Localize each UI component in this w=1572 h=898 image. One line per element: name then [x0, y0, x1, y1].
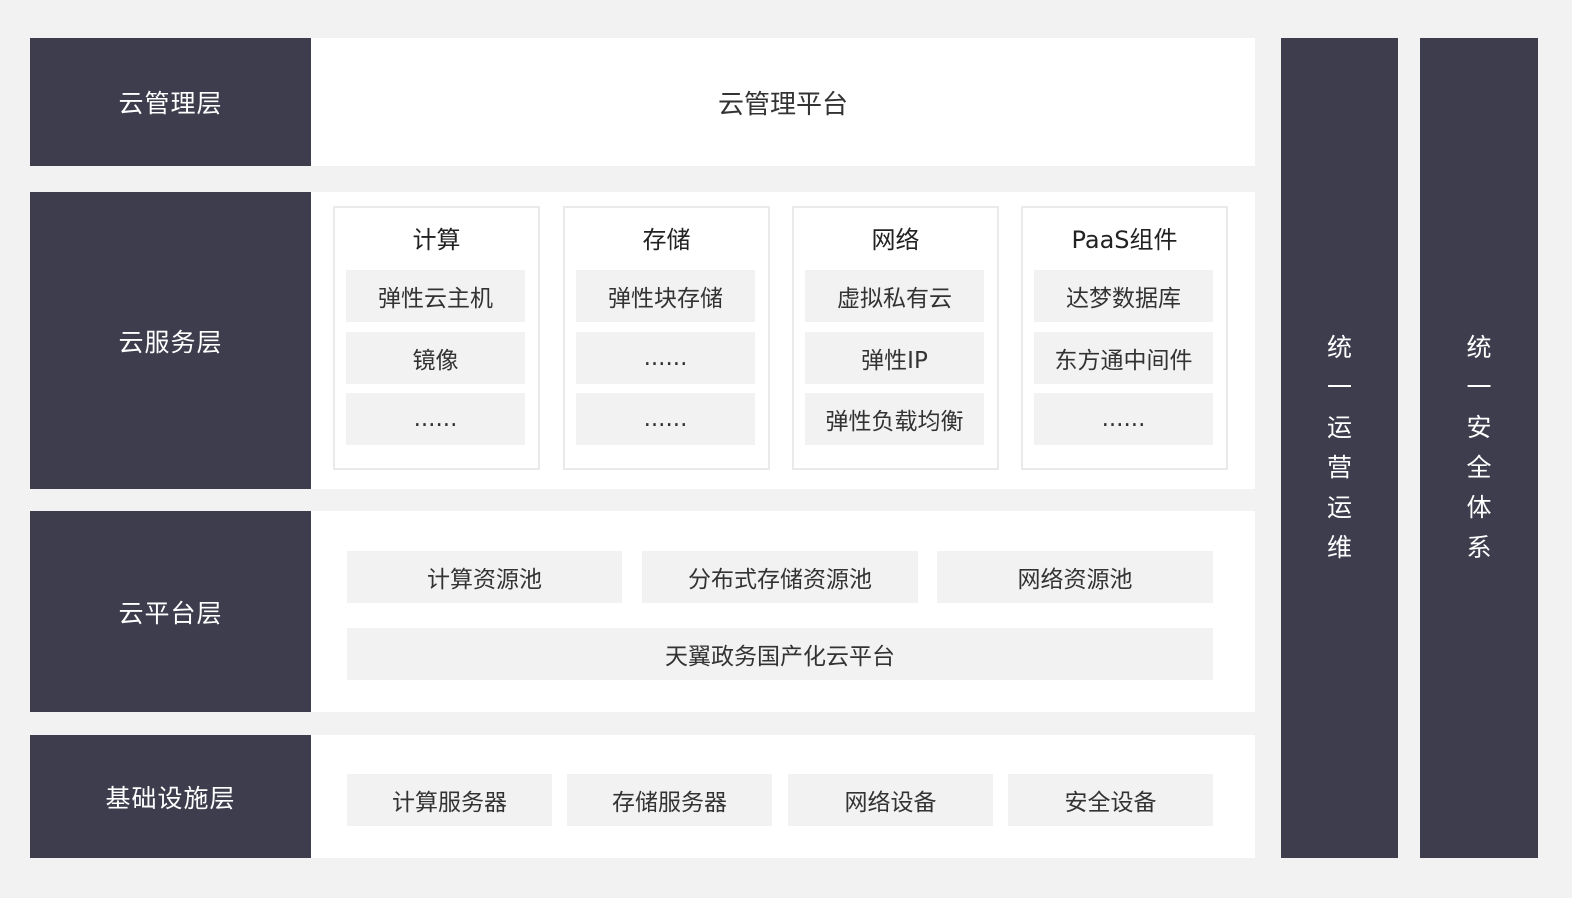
service-layer-label: 云服务层: [30, 192, 311, 489]
service-item: ......: [576, 393, 755, 445]
resource-pool-compute: 计算资源池: [347, 551, 622, 603]
bar-char: 统: [1326, 333, 1352, 362]
service-item: 达梦数据库: [1034, 270, 1213, 322]
infra-item: 网络设备: [788, 774, 993, 826]
service-item: 弹性IP: [805, 332, 984, 384]
service-item: 虚拟私有云: [805, 270, 984, 322]
unified-security-bar: 统 一 安 全 体 系: [1420, 38, 1538, 858]
card-title: 存储: [642, 226, 691, 254]
service-item: 镜像: [346, 332, 525, 384]
bar-char: 运: [1326, 493, 1352, 522]
infrastructure-layer-label: 基础设施层: [30, 735, 311, 858]
cloud-management-platform: 云管理平台: [311, 38, 1255, 166]
bar-char: 体: [1466, 493, 1492, 522]
bar-char: 运: [1326, 413, 1352, 442]
management-layer-label: 云管理层: [30, 38, 311, 166]
service-item: 弹性云主机: [346, 270, 525, 322]
bar-char: 安: [1466, 413, 1492, 442]
infra-item: 安全设备: [1008, 774, 1213, 826]
bar-char: 一: [1466, 373, 1492, 402]
gov-cloud-platform: 天翼政务国产化云平台: [347, 628, 1213, 680]
platform-layer-panel: [311, 511, 1255, 712]
card-title: 网络: [871, 226, 920, 254]
platform-layer-label: 云平台层: [30, 511, 311, 712]
infra-item: 计算服务器: [347, 774, 552, 826]
service-item: ......: [576, 332, 755, 384]
card-title: 计算: [412, 226, 461, 254]
service-item: ......: [1034, 393, 1213, 445]
resource-pool-network: 网络资源池: [937, 551, 1213, 603]
service-item: 东方通中间件: [1034, 332, 1213, 384]
bar-char: 系: [1466, 533, 1492, 562]
resource-pool-storage: 分布式存储资源池: [642, 551, 918, 603]
bar-char: 一: [1326, 373, 1352, 402]
unified-operations-bar: 统 一 运 营 运 维: [1281, 38, 1398, 858]
bar-char: 统: [1466, 333, 1492, 362]
bar-char: 营: [1326, 453, 1352, 482]
infra-item: 存储服务器: [567, 774, 772, 826]
bar-char: 全: [1466, 453, 1492, 482]
service-item: 弹性负载均衡: [805, 393, 984, 445]
card-title: PaaS组件: [1071, 226, 1178, 254]
bar-char: 维: [1326, 533, 1352, 562]
service-item: ......: [346, 393, 525, 445]
service-item: 弹性块存储: [576, 270, 755, 322]
